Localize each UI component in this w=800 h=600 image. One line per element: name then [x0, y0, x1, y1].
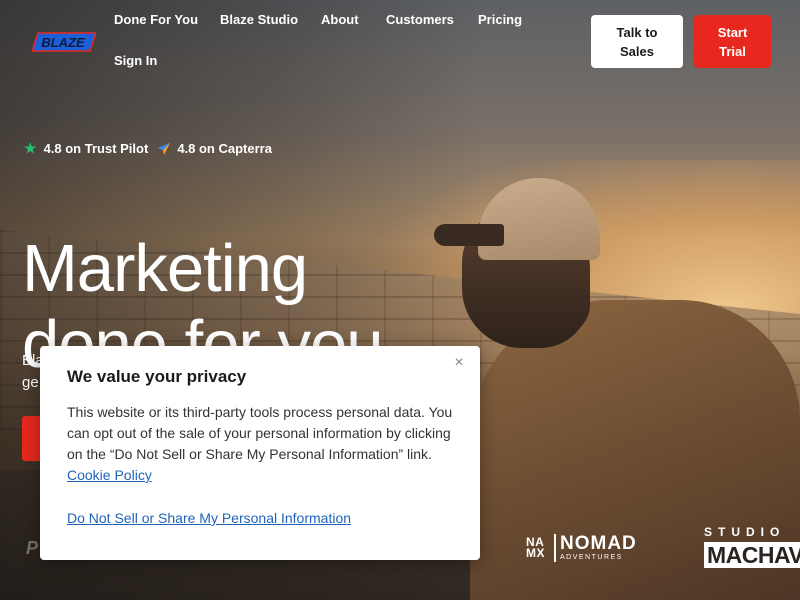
cookie-policy-link[interactable]: Cookie Policy	[67, 467, 152, 483]
star-icon: ★	[24, 140, 37, 156]
nav-pricing[interactable]: Pricing	[478, 12, 522, 27]
nav-customers[interactable]: Customers	[386, 12, 454, 27]
privacy-modal: × We value your privacy This website or …	[40, 346, 480, 560]
privacy-modal-title: We value your privacy	[67, 367, 247, 386]
nomad-adventures-logo: NA MX NOMAD ADVENTURES	[526, 534, 637, 562]
svg-text:BLAZE: BLAZE	[41, 35, 85, 50]
nomad-subtitle: ADVENTURES	[560, 554, 623, 561]
nav-blaze-studio[interactable]: Blaze Studio	[220, 12, 298, 27]
nav-about[interactable]: About	[321, 12, 359, 27]
nomad-word: NOMAD	[560, 533, 637, 554]
studio-word: STUDIO	[704, 525, 786, 539]
capterra-rating: 4.8 on Capterra	[177, 141, 272, 156]
hero-title-line1: Marketing	[22, 230, 308, 306]
machave-word: MACHAVE	[704, 542, 800, 568]
do-not-sell-link[interactable]: Do Not Sell or Share My Personal Informa…	[67, 508, 453, 528]
blaze-logo[interactable]: BLAZE	[30, 32, 98, 52]
nav-sign-in[interactable]: Sign In	[114, 53, 157, 68]
trustpilot-rating: 4.8 on Trust Pilot	[43, 141, 149, 156]
partner-logo-faint: P	[26, 538, 39, 558]
capterra-icon	[158, 142, 171, 155]
nav-done-for-you[interactable]: Done For You	[114, 12, 198, 27]
nomad-text: NOMAD ADVENTURES	[554, 534, 637, 562]
start-trial-button[interactable]: Start Trial	[694, 15, 771, 68]
talk-to-sales-label: Talk to Sales	[616, 24, 658, 59]
blaze-logo-icon: BLAZE	[30, 32, 98, 52]
privacy-modal-text: This website or its third-party tools pr…	[67, 404, 453, 462]
close-icon[interactable]: ×	[452, 355, 466, 371]
nomad-mark: NA MX	[526, 535, 545, 560]
privacy-modal-body: This website or its third-party tools pr…	[67, 402, 453, 486]
studio-machave-logo: STUDIO MACHAVE	[704, 525, 800, 568]
talk-to-sales-button[interactable]: Talk to Sales	[591, 15, 683, 68]
start-trial-label: Start Trial	[717, 24, 748, 59]
ratings-bar: ★ 4.8 on Trust Pilot 4.8 on Capterra	[24, 140, 272, 157]
